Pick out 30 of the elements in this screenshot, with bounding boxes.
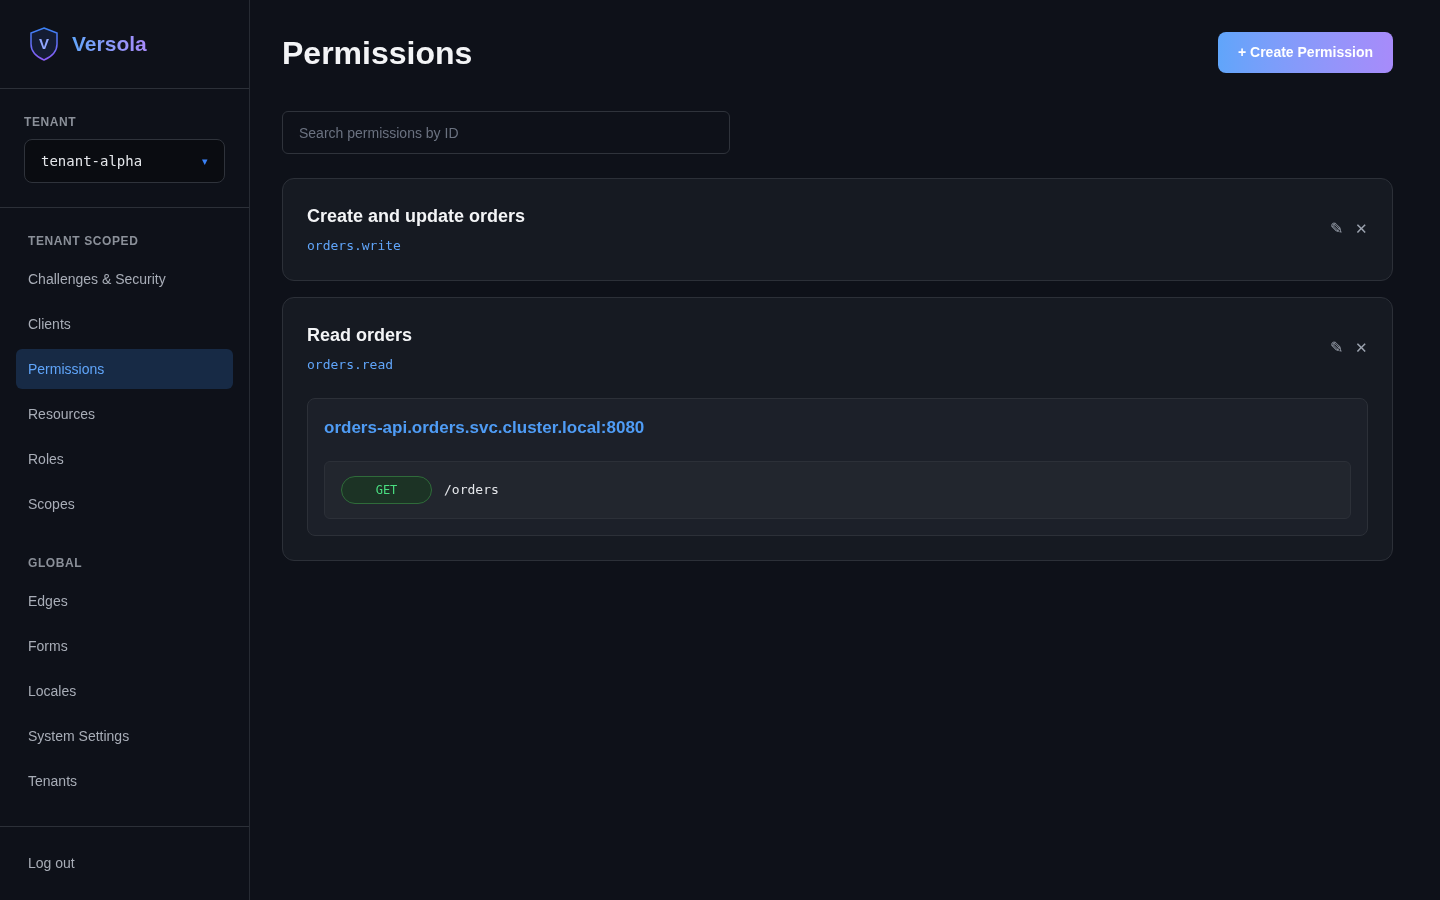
sidebar-item[interactable]: Clients (16, 304, 233, 344)
section-heading: GLOBAL (27, 555, 84, 572)
sidebar-item[interactable]: Roles (16, 439, 233, 479)
resource-host: orders-api.orders.svc.cluster.local:8080 (324, 417, 646, 439)
logout-link[interactable]: Log out (28, 853, 75, 874)
permission-id: orders.read (307, 355, 395, 374)
delete-button[interactable]: ✕ (1355, 336, 1368, 359)
edit-button[interactable]: ✎ (1330, 217, 1343, 242)
search-field[interactable]: Search permissions by ID (282, 111, 730, 154)
sidebar-item[interactable]: Edges (16, 581, 233, 621)
page-title: Permissions (282, 33, 473, 73)
sidebar-item[interactable]: Tenants (16, 761, 233, 801)
sidebar-item[interactable]: Permissions (16, 349, 233, 389)
permission-title: Create and update orders (307, 205, 526, 228)
tenant-label: TENANT (24, 114, 78, 131)
endpoint-path: /orders (444, 480, 499, 499)
delete-button[interactable]: ✕ (1355, 218, 1368, 241)
permission-id: orders.write (307, 237, 402, 255)
sidebar-item[interactable]: Resources (16, 394, 233, 434)
sidebar-item[interactable]: Locales (16, 671, 233, 711)
edit-button[interactable]: ✎ (1330, 335, 1343, 360)
tenant-select[interactable]: tenant-alpha ▾ (24, 139, 225, 183)
method-badge: GET (341, 475, 432, 504)
permission-title: Read orders (307, 323, 413, 347)
sidebar-item[interactable]: System Settings (16, 716, 233, 756)
sidebar-item[interactable]: Challenges & Security (16, 259, 233, 299)
sidebar-item[interactable]: Scopes (16, 484, 233, 524)
section-heading: TENANT SCOPED (27, 233, 140, 250)
sidebar-item[interactable]: Forms (16, 626, 233, 666)
shield-logo-icon: V (28, 26, 60, 62)
